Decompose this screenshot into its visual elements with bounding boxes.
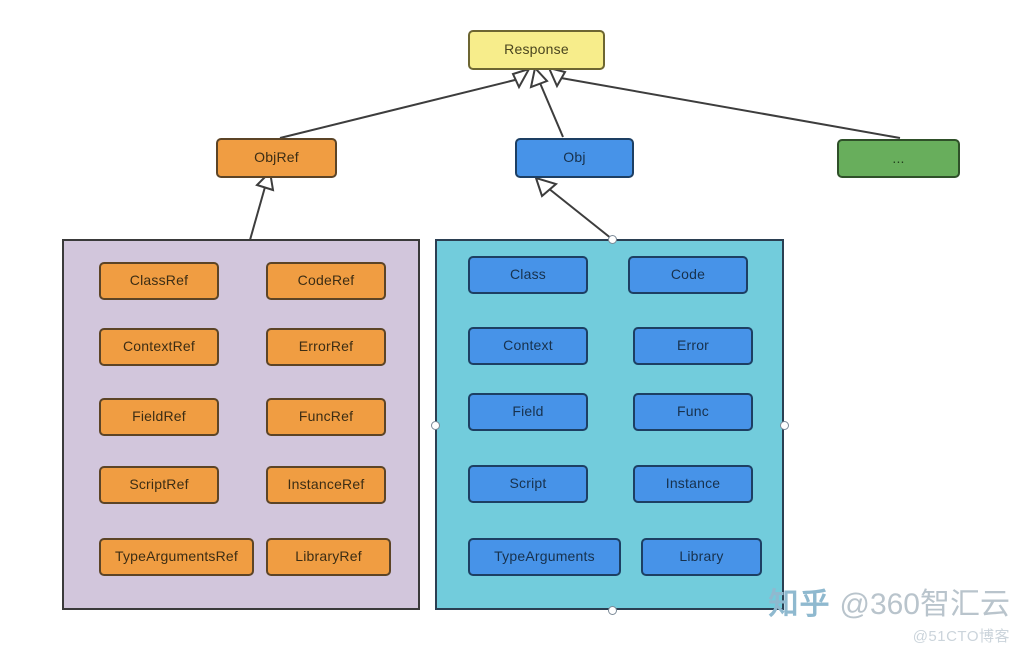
node-instanceref-label: InstanceRef <box>287 476 365 493</box>
watermark-main: 知乎 @360智汇云 <box>768 590 1010 620</box>
node-func-label: Func <box>677 403 709 420</box>
edge-obj-to-response <box>529 65 564 138</box>
node-response[interactable]: Response <box>468 30 605 70</box>
node-contextref[interactable]: ContextRef <box>99 328 219 366</box>
selection-handle-right[interactable] <box>779 420 789 430</box>
node-libraryref-label: LibraryRef <box>295 548 362 565</box>
watermark-account: @360智汇云 <box>839 588 1010 621</box>
node-funcref-label: FuncRef <box>298 408 354 425</box>
edge-ellipsis-to-response <box>547 66 901 139</box>
node-instanceref[interactable]: InstanceRef <box>266 466 386 504</box>
edge-objref-to-response <box>279 67 532 139</box>
node-ellipsis[interactable]: ... <box>837 139 960 178</box>
node-error[interactable]: Error <box>633 327 753 365</box>
node-func[interactable]: Func <box>633 393 753 431</box>
node-typearguments[interactable]: TypeArguments <box>468 538 621 576</box>
zhihu-logo-icon: 知乎 <box>768 588 831 621</box>
node-errorref-label: ErrorRef <box>298 338 354 355</box>
node-contextref-label: ContextRef <box>122 338 196 355</box>
edge-objref-group-to-objref <box>249 169 275 241</box>
diagram-canvas: Response ObjRef Obj ... ClassRef CodeRef… <box>0 0 1024 654</box>
node-libraryref[interactable]: LibraryRef <box>266 538 391 576</box>
node-instance-label: Instance <box>665 475 721 492</box>
edge-obj-group-to-obj <box>534 176 613 240</box>
watermark: 知乎 @360智汇云 @51CTO博客 <box>768 590 1010 646</box>
node-class[interactable]: Class <box>468 256 588 294</box>
node-context[interactable]: Context <box>468 327 588 365</box>
node-error-label: Error <box>676 337 710 354</box>
node-response-label: Response <box>504 41 569 58</box>
node-typeargumentsref-label: TypeArgumentsRef <box>114 548 239 565</box>
node-objref-label: ObjRef <box>254 149 299 166</box>
node-context-label: Context <box>503 337 553 354</box>
node-classref-label: ClassRef <box>129 272 189 289</box>
node-instance[interactable]: Instance <box>633 465 753 503</box>
node-obj-label: Obj <box>563 149 586 166</box>
node-typeargumentsref[interactable]: TypeArgumentsRef <box>99 538 254 576</box>
node-scriptref-label: ScriptRef <box>129 476 189 493</box>
node-field-label: Field <box>512 403 544 420</box>
node-script[interactable]: Script <box>468 465 588 503</box>
selection-handle-bottom[interactable] <box>607 605 617 615</box>
node-code[interactable]: Code <box>628 256 748 294</box>
node-script-label: Script <box>509 475 547 492</box>
node-coderef-label: CodeRef <box>297 272 355 289</box>
node-fieldref[interactable]: FieldRef <box>99 398 219 436</box>
watermark-sub-account: @51CTO博客 <box>912 628 1010 645</box>
node-obj[interactable]: Obj <box>515 138 634 178</box>
node-library-label: Library <box>679 548 724 565</box>
node-classref[interactable]: ClassRef <box>99 262 219 300</box>
selection-handle-left[interactable] <box>430 420 440 430</box>
node-funcref[interactable]: FuncRef <box>266 398 386 436</box>
node-objref[interactable]: ObjRef <box>216 138 337 178</box>
node-scriptref[interactable]: ScriptRef <box>99 466 219 504</box>
node-class-label: Class <box>509 266 546 283</box>
node-field[interactable]: Field <box>468 393 588 431</box>
node-code-label: Code <box>670 266 706 283</box>
node-library[interactable]: Library <box>641 538 762 576</box>
node-fieldref-label: FieldRef <box>132 408 186 425</box>
node-errorref[interactable]: ErrorRef <box>266 328 386 366</box>
node-typearguments-label: TypeArguments <box>494 548 595 565</box>
node-coderef[interactable]: CodeRef <box>266 262 386 300</box>
node-ellipsis-label: ... <box>892 149 905 166</box>
selection-handle-top[interactable] <box>607 234 617 244</box>
